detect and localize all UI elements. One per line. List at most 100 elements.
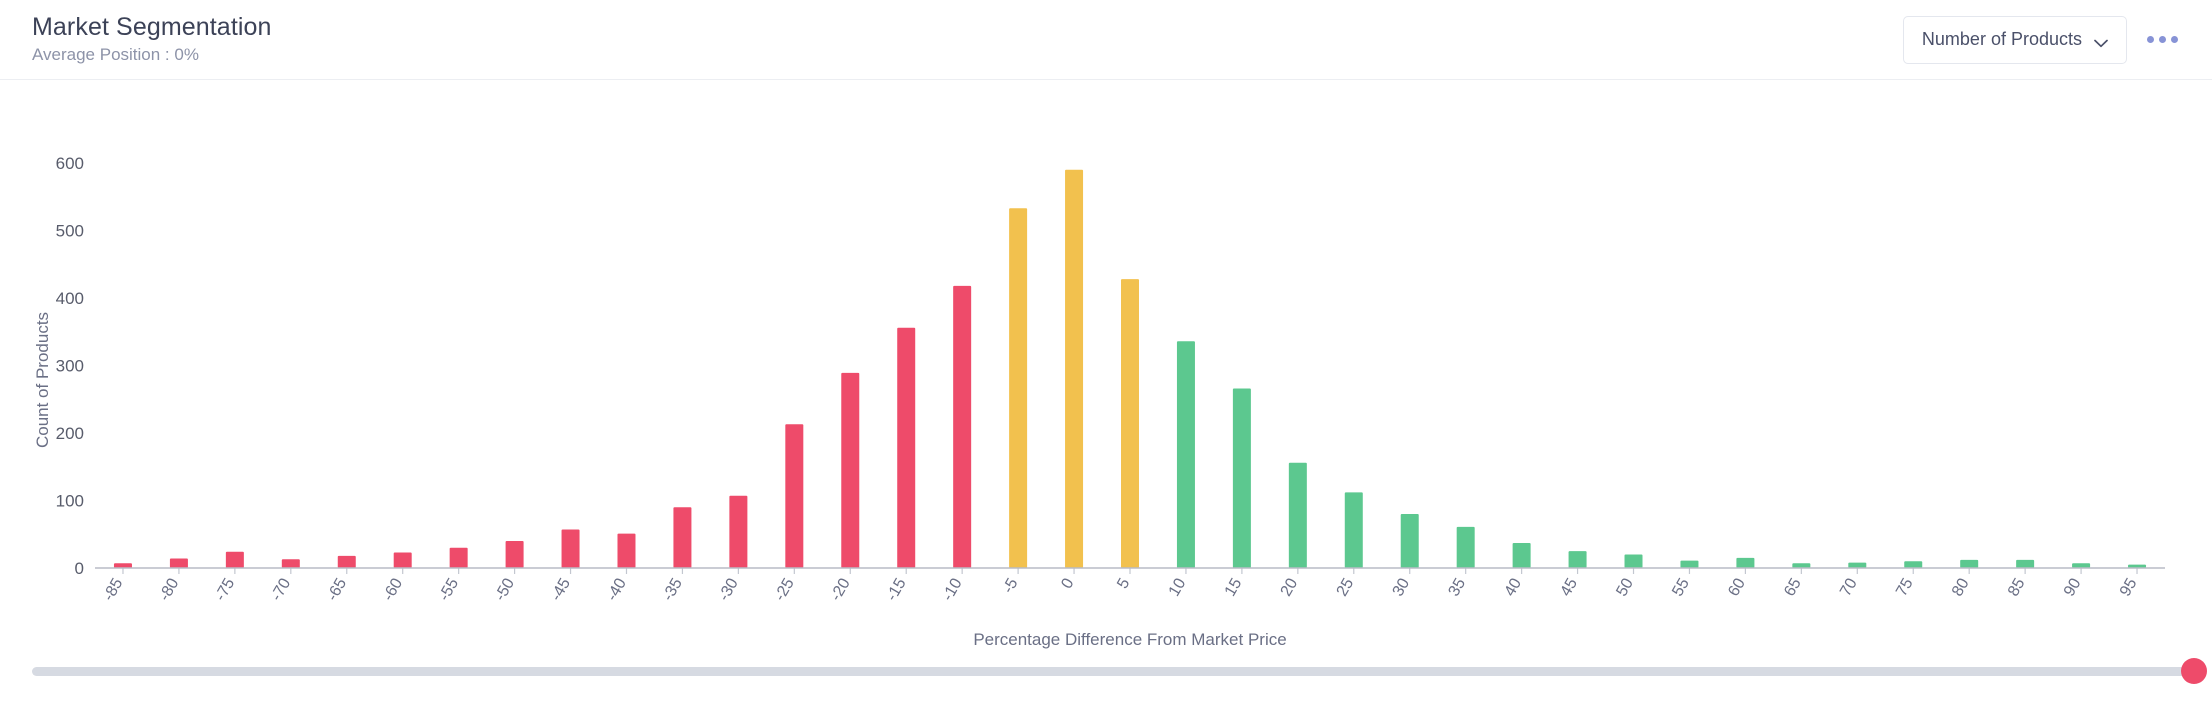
x-tick-label: 75 xyxy=(1893,575,1917,599)
x-tick-label: -75 xyxy=(212,575,238,604)
histogram-bar[interactable] xyxy=(1121,279,1139,568)
histogram-bar[interactable] xyxy=(1456,526,1475,568)
histogram-bar[interactable] xyxy=(113,563,132,568)
histogram-bar[interactable] xyxy=(561,529,580,568)
histogram-bar[interactable] xyxy=(225,551,244,568)
card-header: Market Segmentation Average Position : 0… xyxy=(0,0,2212,80)
page-title: Market Segmentation xyxy=(32,12,272,41)
slider-thumb[interactable] xyxy=(2181,658,2207,684)
x-tick-label: 0 xyxy=(1058,575,1077,591)
x-tick-label: -40 xyxy=(604,575,630,604)
histogram-bar[interactable] xyxy=(1065,169,1084,568)
histogram-bar[interactable] xyxy=(1344,492,1363,568)
y-tick-label: 600 xyxy=(56,154,84,173)
x-tick-label: 15 xyxy=(1222,575,1246,599)
x-tick-label: -60 xyxy=(380,575,406,604)
histogram-bar[interactable] xyxy=(1624,554,1643,569)
histogram-bar[interactable] xyxy=(1232,388,1251,568)
x-tick-label: 10 xyxy=(1166,575,1190,599)
histogram-bar[interactable] xyxy=(1288,462,1307,568)
histogram-bar[interactable] xyxy=(1512,543,1531,568)
y-tick-label: 300 xyxy=(56,357,84,376)
x-tick-label: 90 xyxy=(2061,575,2085,599)
kebab-dot-2 xyxy=(2159,36,2166,43)
y-tick-label: 0 xyxy=(75,559,84,578)
histogram-bar[interactable] xyxy=(281,559,300,568)
histogram-bar[interactable] xyxy=(1568,551,1587,569)
y-tick-label: 200 xyxy=(56,424,84,443)
histogram-bar[interactable] xyxy=(1792,563,1811,568)
x-tick-label: 40 xyxy=(1501,575,1525,599)
histogram-bar[interactable] xyxy=(1960,559,1979,568)
x-tick-label: -65 xyxy=(324,575,350,604)
histogram-bar[interactable] xyxy=(1400,514,1419,568)
histogram-bar[interactable] xyxy=(897,327,916,568)
y-tick-label: 500 xyxy=(56,222,84,241)
x-tick-label: 35 xyxy=(1446,575,1470,599)
x-tick-label: -20 xyxy=(827,575,853,604)
histogram-bar[interactable] xyxy=(1176,341,1195,568)
histogram-bar[interactable] xyxy=(841,372,860,568)
histogram-bar[interactable] xyxy=(449,547,468,568)
market-segmentation-card: Market Segmentation Average Position : 0… xyxy=(0,0,2212,714)
chart-plot-area: 0 100 200 300 400 500 600 -85 -80 -75 -70 -65 -60 -5… xyxy=(0,80,2212,714)
x-axis-group: -85 -80 -75 -70 -65 -60 -55 -50 -45 -40 -35 -30 -25-… xyxy=(100,568,2141,604)
histogram-bar[interactable] xyxy=(617,533,636,568)
x-tick-label: 60 xyxy=(1725,575,1749,599)
histogram-bar[interactable] xyxy=(673,507,692,568)
x-tick-label: -25 xyxy=(772,575,798,604)
x-tick-label: 45 xyxy=(1557,575,1581,599)
x-axis-title: Percentage Difference From Market Price xyxy=(973,630,1286,649)
average-position-subtitle: Average Position : 0% xyxy=(32,44,199,64)
metric-select[interactable]: Number of Products xyxy=(1902,15,2127,64)
metric-select-label: Number of Products xyxy=(1921,29,2082,49)
y-axis-title: Count of Products xyxy=(33,312,52,448)
x-tick-label: 80 xyxy=(1949,575,1973,599)
kebab-dot-3 xyxy=(2171,36,2178,43)
histogram-bar[interactable] xyxy=(1904,561,1923,568)
histogram-bar[interactable] xyxy=(1680,560,1699,568)
x-tick-label: 65 xyxy=(1781,575,1805,599)
x-tick-label: 70 xyxy=(1837,575,1861,599)
histogram-bar[interactable] xyxy=(729,495,748,568)
x-tick-label: -30 xyxy=(716,575,742,604)
x-tick-label: 5 xyxy=(1114,575,1133,591)
x-tick-label: 55 xyxy=(1669,575,1693,599)
histogram-bar[interactable] xyxy=(2072,563,2091,568)
x-tick-label: 85 xyxy=(2005,575,2029,599)
x-tick-label: 50 xyxy=(1613,575,1637,599)
more-options-icon[interactable] xyxy=(2141,28,2184,51)
x-tick-label: -80 xyxy=(156,575,182,604)
histogram-bar[interactable] xyxy=(337,555,356,568)
y-tick-label: 400 xyxy=(56,289,84,308)
histogram-bar[interactable] xyxy=(953,285,972,568)
histogram-bar[interactable] xyxy=(1848,562,1867,568)
x-tick-label: -50 xyxy=(492,575,518,604)
range-slider[interactable] xyxy=(32,658,2207,684)
histogram-bar[interactable] xyxy=(1736,557,1755,569)
y-axis-group: 0 100 200 300 400 500 600 xyxy=(56,154,84,578)
x-tick-label: -10 xyxy=(939,575,965,604)
histogram-bar[interactable] xyxy=(169,558,188,568)
histogram-bar[interactable] xyxy=(1009,208,1028,569)
kebab-dot-1 xyxy=(2147,36,2154,43)
chevron-down-icon xyxy=(2094,35,2108,48)
x-tick-label: -55 xyxy=(436,575,462,604)
x-tick-label: 20 xyxy=(1278,575,1302,599)
histogram-bar[interactable] xyxy=(505,541,524,568)
histogram-bar[interactable] xyxy=(785,424,804,568)
header-actions: Number of Products xyxy=(1902,15,2184,64)
x-tick-label: 30 xyxy=(1390,575,1414,599)
histogram-bar[interactable] xyxy=(393,552,412,568)
x-tick-label: -35 xyxy=(660,575,686,604)
x-tick-label: 95 xyxy=(2117,575,2141,599)
x-tick-label: -5 xyxy=(1000,575,1022,596)
histogram-bar[interactable] xyxy=(2016,559,2035,568)
x-tick-label: -70 xyxy=(268,575,294,604)
header-text-block: Market Segmentation Average Position : 0… xyxy=(32,13,272,66)
y-tick-label: 100 xyxy=(56,492,84,511)
x-tick-label: -45 xyxy=(548,575,574,604)
bars-group xyxy=(113,169,2147,569)
x-tick-label: 25 xyxy=(1334,575,1358,599)
slider-track[interactable] xyxy=(32,658,2207,684)
